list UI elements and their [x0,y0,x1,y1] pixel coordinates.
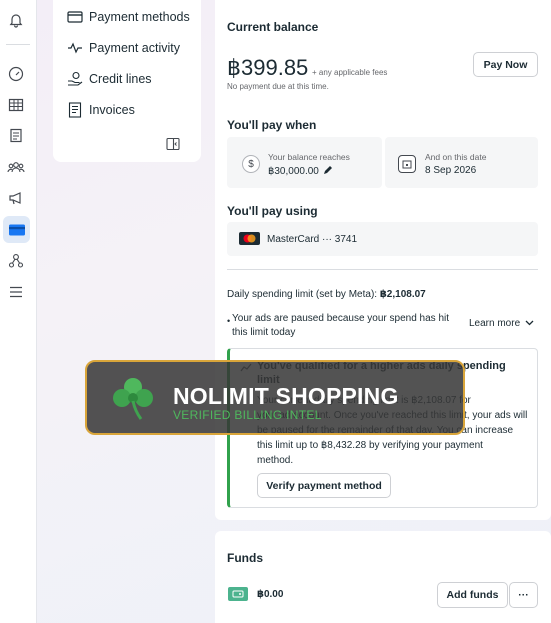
balance-amount: ฿399.85 [227,55,309,80]
qualify-body-line-4: this limit up to ฿8,432.28 by verifying … [257,440,483,451]
billing-subnav: Payment methods Payment activity Credit … [53,0,201,162]
billing-main-card: Current balance ฿399.85 + any applicable… [215,0,551,520]
qualify-body-line-5: method. [257,455,294,466]
add-funds-button[interactable]: Add funds [437,582,508,608]
menu-icon[interactable] [4,280,28,304]
calendar-icon [398,155,416,173]
invoice-icon [66,102,84,118]
subnav-item-label: Credit lines [89,72,152,86]
pay-when-title: You'll pay when [227,118,317,132]
clover-icon [111,375,155,426]
audience-icon[interactable] [4,155,28,179]
ads-paused-notice: • Your ads are paused because your spend … [227,312,450,340]
pay-using-title: You'll pay using [227,204,318,218]
more-options-button[interactable]: ··· [509,582,538,608]
paused-line-2: this limit today [232,327,296,338]
funds-card: Funds ฿0.00 Add funds ··· [215,531,551,623]
subnav-item-invoices[interactable]: Invoices [66,100,135,120]
rail-divider [6,44,30,45]
payment-due-note: No payment due at this time. [227,82,329,91]
gauge-icon[interactable] [4,62,28,86]
subnav-item-credit-lines[interactable]: Credit lines [66,69,152,89]
current-balance-title: Current balance [227,20,319,34]
subnav-item-label: Payment methods [89,10,190,24]
pay-now-button[interactable]: Pay Now [473,52,538,77]
threshold-label: Your balance reaches [268,152,350,162]
threshold-value: ฿30,000.00 [268,166,319,177]
funds-amount: ฿0.00 [257,589,284,600]
pencil-icon[interactable] [323,165,333,178]
paused-line-1: Your ads are paused because your spend h… [232,313,450,324]
watermark-title: NOLIMIT SHOPPING [173,383,399,409]
watermark-subtitle: VERIFIED BILLING INTEL [173,408,322,422]
megaphone-icon[interactable] [4,186,28,210]
daily-limit-label: Daily spending limit (set by Meta): [227,289,378,300]
network-icon[interactable] [4,249,28,273]
chevron-down-icon [525,318,534,329]
daily-limit-line: Daily spending limit (set by Meta): ฿2,1… [227,289,426,300]
card-icon [66,9,84,25]
wallet-icon [228,587,248,601]
payment-method-label: MasterCard ··· 3741 [267,234,358,245]
bullet-icon: • [227,316,231,326]
subnav-item-payment-activity[interactable]: Payment activity [66,38,180,58]
section-divider [227,269,538,270]
learn-more-label: Learn more [469,318,521,329]
billing-card-icon[interactable] [3,216,30,243]
date-info: And on this date 8 Sep 2026 [425,152,486,176]
left-rail [0,0,37,623]
bell-icon[interactable] [4,8,28,32]
table-icon[interactable] [4,93,28,117]
funds-title: Funds [227,551,263,565]
date-label: And on this date [425,152,487,162]
subnav-item-payment-methods[interactable]: Payment methods [66,7,190,27]
daily-limit-value: ฿2,108.07 [379,289,426,300]
collapse-panel-icon[interactable] [166,137,180,156]
mastercard-logo-icon [239,232,260,245]
activity-icon [66,40,84,56]
balance-fee-note: + any applicable fees [312,68,388,77]
pages-icon[interactable] [4,124,28,148]
learn-more-link[interactable]: Learn more [469,318,534,329]
watermark-banner: NOLIMIT SHOPPING VERIFIED BILLING INTEL [85,360,465,435]
threshold-info: Your balance reaches ฿30,000.00 [268,152,350,178]
dollar-icon: $ [242,155,260,173]
date-value: 8 Sep 2026 [425,165,477,176]
hand-coin-icon [66,71,84,87]
verify-payment-method-button[interactable]: Verify payment method [257,473,391,498]
subnav-item-label: Invoices [89,103,135,117]
subnav-item-label: Payment activity [89,41,181,55]
